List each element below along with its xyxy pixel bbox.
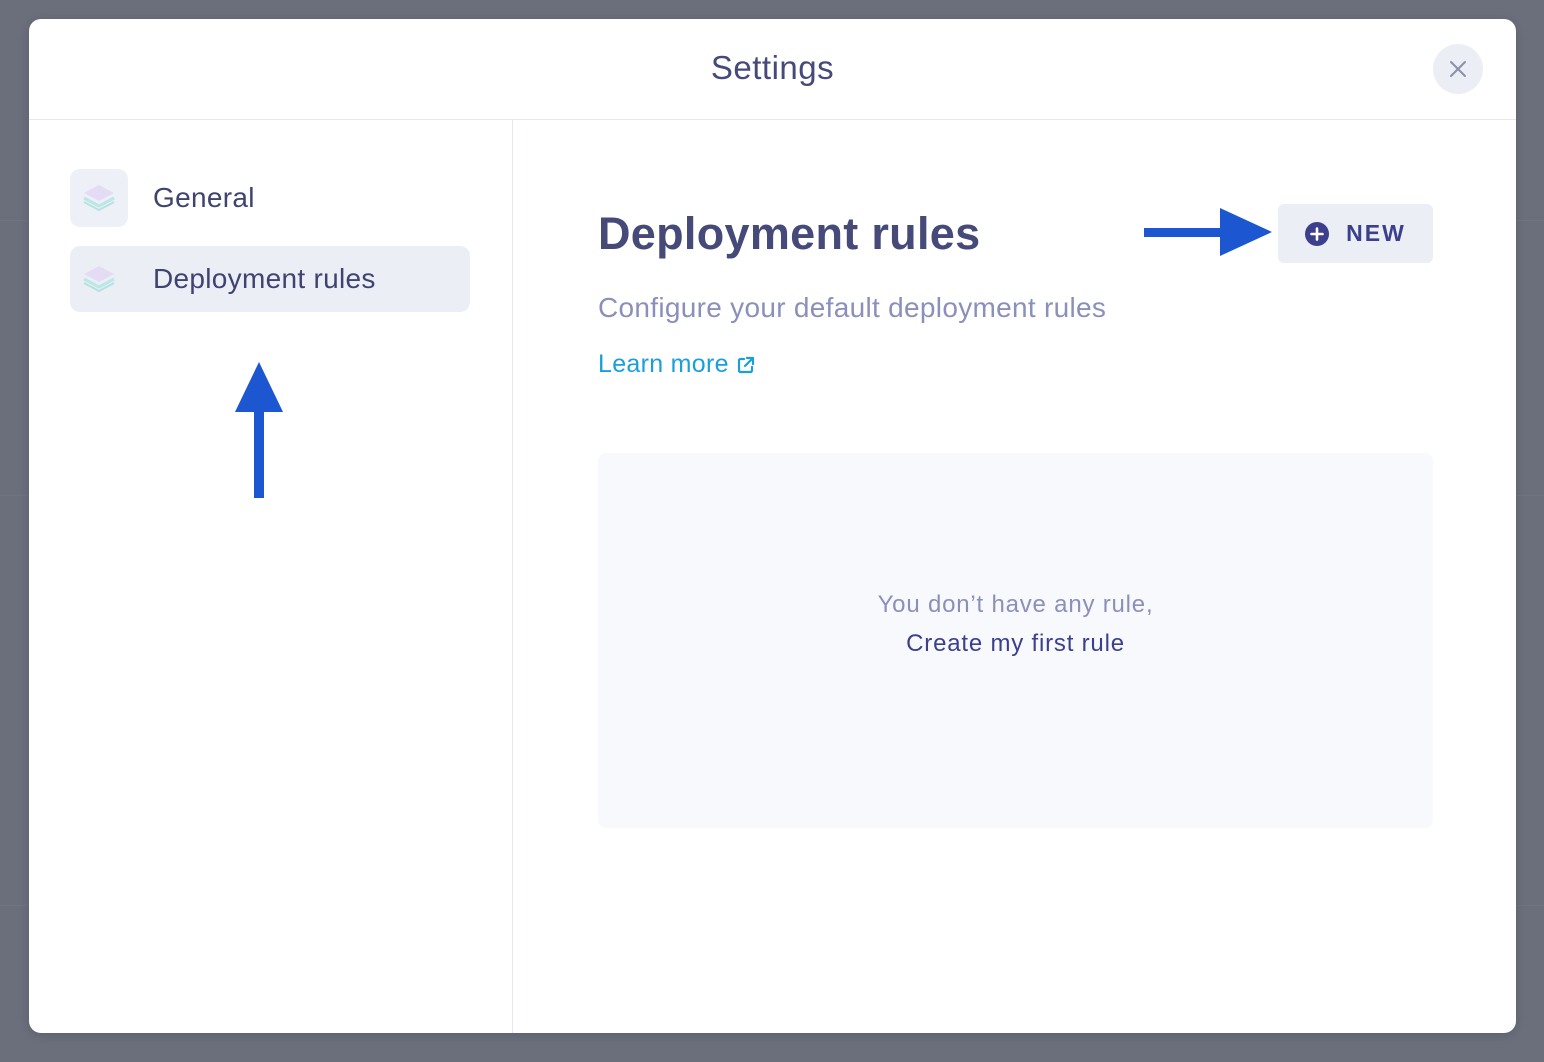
page-subtitle: Configure your default deployment rules: [598, 292, 1107, 323]
modal-header: Settings: [29, 19, 1516, 120]
close-button[interactable]: [1433, 44, 1483, 94]
annotation-arrow-up: [235, 362, 283, 498]
empty-state-message: You don’t have any rule,: [877, 591, 1154, 618]
create-first-rule-link[interactable]: Create my first rule: [598, 630, 1433, 658]
layers-icon: [70, 169, 128, 227]
sidebar-item-label: General: [153, 182, 255, 213]
learn-more-link[interactable]: Learn more: [598, 350, 755, 379]
sidebar-item-general[interactable]: General: [70, 165, 470, 231]
main-content: Deployment rules NEW Configure your defa…: [513, 120, 1516, 1033]
sidebar-item-label: Deployment rules: [153, 263, 376, 294]
new-rule-button[interactable]: NEW: [1278, 204, 1433, 263]
modal-title: Settings: [710, 49, 835, 86]
external-link-icon: [737, 356, 755, 374]
plus-circle-icon: [1305, 221, 1330, 246]
close-icon: [1450, 61, 1466, 77]
learn-more-label: Learn more: [598, 350, 729, 378]
sidebar-item-deployment-rules[interactable]: Deployment rules: [70, 246, 470, 312]
empty-state-panel: You don’t have any rule, Create my first…: [598, 453, 1433, 828]
settings-modal: Settings General Deployment rules Deploy…: [29, 19, 1516, 1033]
layers-icon: [70, 250, 128, 308]
settings-sidebar: General Deployment rules: [29, 120, 513, 1033]
annotation-arrow-right: [1144, 208, 1272, 256]
new-button-label: NEW: [1346, 220, 1406, 246]
page-title: Deployment rules: [598, 208, 981, 259]
